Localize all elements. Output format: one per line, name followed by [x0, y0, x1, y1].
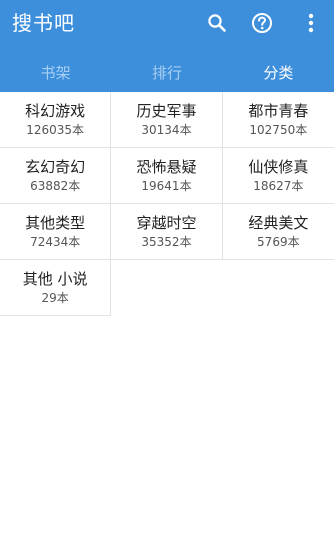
category-item[interactable]: 历史军事 30134本	[111, 92, 223, 148]
category-count: 5769本	[257, 235, 300, 249]
help-icon	[252, 13, 272, 33]
category-name: 经典美文	[248, 214, 309, 232]
category-count: 63882本	[30, 179, 81, 193]
category-item[interactable]: 科幻游戏 126035本	[0, 92, 112, 148]
category-item[interactable]: 恐怖悬疑 19641本	[111, 148, 223, 204]
category-count: 102750本	[249, 123, 308, 137]
category-grid: 科幻游戏 126035本 历史军事 30134本 都市青春 102750本 玄幻…	[0, 92, 334, 316]
tab-ranking[interactable]: 排行	[111, 52, 222, 92]
search-button[interactable]	[202, 8, 232, 38]
category-count: 35352本	[141, 235, 192, 249]
category-item[interactable]: 玄幻奇幻 63882本	[0, 148, 112, 204]
category-item[interactable]: 都市青春 102750本	[222, 92, 334, 148]
category-item[interactable]: 其他 小说 29本	[0, 260, 112, 316]
category-item[interactable]: 仙侠修真 18627本	[222, 148, 334, 204]
category-count: 18627本	[253, 179, 304, 193]
category-item[interactable]: 穿越时空 35352本	[111, 204, 223, 260]
category-count: 29本	[41, 291, 69, 305]
tab-label: 书架	[40, 63, 71, 82]
app-bar: 搜书吧 书架 排行 分类	[0, 0, 334, 92]
category-name: 都市青春	[248, 102, 309, 120]
tab-category[interactable]: 分类	[223, 52, 334, 92]
tab-bar: 书架 排行 分类	[0, 52, 334, 92]
search-icon	[208, 14, 226, 32]
category-name: 其他 小说	[22, 270, 88, 288]
category-item[interactable]: 其他类型 72434本	[0, 204, 112, 260]
tab-bookshelf[interactable]: 书架	[0, 52, 111, 92]
tab-label: 排行	[151, 63, 182, 82]
category-name: 其他类型	[25, 214, 86, 232]
help-button[interactable]	[247, 8, 277, 38]
tab-label: 分类	[263, 63, 294, 82]
category-name: 历史军事	[136, 102, 197, 120]
category-name: 科幻游戏	[25, 102, 86, 120]
category-item[interactable]: 经典美文 5769本	[222, 204, 334, 260]
category-name: 穿越时空	[136, 214, 197, 232]
more-options-button[interactable]	[296, 8, 326, 38]
category-count: 19641本	[141, 179, 192, 193]
category-name: 仙侠修真	[248, 158, 309, 176]
category-name: 恐怖悬疑	[136, 158, 197, 176]
category-count: 126035本	[26, 123, 85, 137]
app-title: 搜书吧	[12, 11, 75, 35]
category-count: 30134本	[141, 123, 192, 137]
category-name: 玄幻奇幻	[25, 158, 86, 176]
more-vert-icon	[308, 13, 314, 33]
category-count: 72434本	[30, 235, 81, 249]
